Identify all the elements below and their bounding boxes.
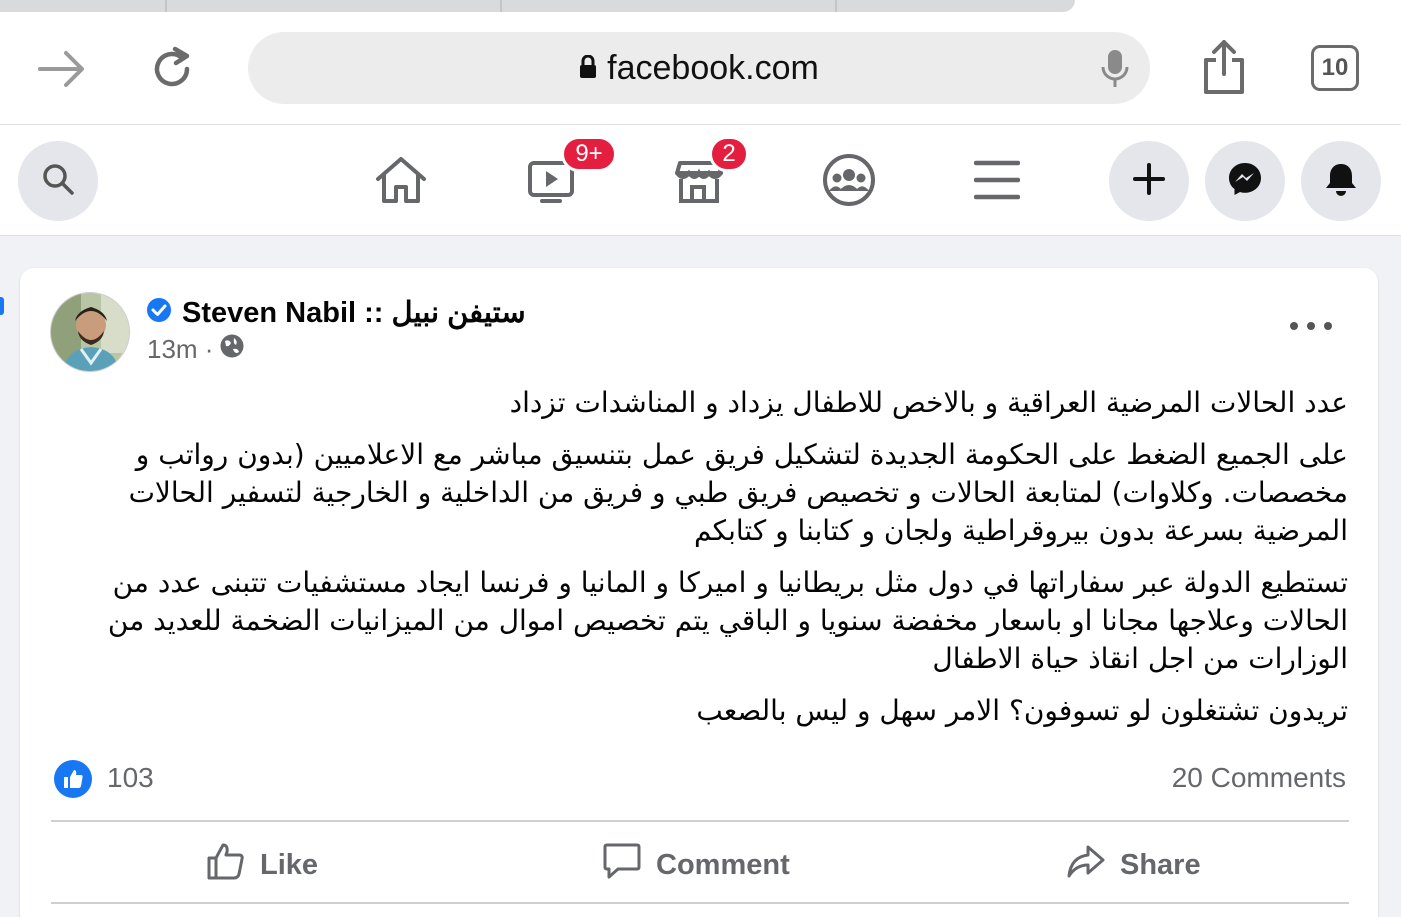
microphone-icon[interactable]: [1100, 48, 1130, 95]
browser-toolbar: facebook.com 10: [0, 14, 1401, 124]
tab-separator: [500, 0, 502, 12]
post-paragraph: على الجميع الضغط على الحكومة الجديدة لتش…: [128, 438, 1348, 547]
plus-icon: [1133, 162, 1165, 200]
comment-label: Comment: [656, 848, 790, 881]
globe-icon[interactable]: [219, 333, 245, 366]
search-icon: [41, 162, 75, 201]
active-indicator: [0, 297, 4, 315]
post-paragraph: تريدون تشتغلون لو تسوفون؟ الامر سهل و لي…: [696, 694, 1348, 727]
tab-strip: [0, 0, 1401, 14]
create-button[interactable]: [1109, 141, 1189, 221]
divider: [51, 820, 1349, 822]
tab-home[interactable]: [366, 147, 436, 217]
bell-icon: [1324, 161, 1358, 202]
forward-arrow-icon[interactable]: [34, 44, 90, 94]
tab-separator: [835, 0, 837, 12]
divider: [51, 902, 1349, 904]
facebook-nav-bar: 9+ 2: [0, 124, 1401, 315]
home-icon: [374, 155, 428, 210]
thumbs-up-icon: [206, 841, 246, 889]
author-name[interactable]: Steven Nabil :: ستيفن نبيل: [182, 295, 526, 330]
post-card: Steven Nabil :: ستيفن نبيل 13m · عدد الح…: [20, 268, 1378, 917]
verified-badge-icon: [146, 297, 172, 328]
like-button[interactable]: Like: [206, 840, 318, 890]
messenger-button[interactable]: [1205, 141, 1285, 221]
hamburger-menu-icon: [973, 159, 1021, 206]
url-text: facebook.com: [607, 48, 819, 87]
like-reaction-icon[interactable]: [54, 760, 92, 798]
tab-groups[interactable]: [814, 147, 884, 217]
address-bar[interactable]: facebook.com: [248, 32, 1150, 104]
more-options-icon[interactable]: [1290, 314, 1332, 338]
post-body: عدد الحالات المرضية العراقية و بالاخص لل…: [90, 384, 1348, 744]
messenger-icon: [1227, 161, 1263, 202]
share-sheet-icon[interactable]: [1196, 36, 1252, 98]
tab-bar[interactable]: [0, 0, 1075, 12]
lock-icon: [579, 49, 597, 88]
watch-notification-badge: 9+: [561, 136, 617, 172]
share-label: Share: [1120, 848, 1201, 881]
comments-count[interactable]: 20 Comments: [1172, 762, 1346, 794]
tab-separator: [165, 0, 167, 12]
post-paragraph: تستطيع الدولة عبر سفاراتها في دول مثل بر…: [107, 566, 1348, 675]
share-button[interactable]: Share: [1066, 840, 1201, 890]
comment-icon: [602, 841, 642, 889]
groups-icon: [822, 153, 876, 212]
author-avatar[interactable]: [50, 292, 130, 372]
notifications-button[interactable]: [1301, 141, 1381, 221]
reload-icon[interactable]: [144, 44, 200, 94]
like-label: Like: [260, 848, 319, 881]
tab-count-button[interactable]: 10: [1311, 45, 1359, 91]
reaction-count[interactable]: 103: [107, 762, 154, 794]
comment-button[interactable]: Comment: [602, 840, 790, 890]
search-button[interactable]: [18, 141, 98, 221]
marketplace-notification-badge: 2: [709, 136, 749, 172]
tab-menu[interactable]: [962, 147, 1032, 217]
share-arrow-icon: [1066, 841, 1106, 889]
post-paragraph: عدد الحالات المرضية العراقية و بالاخص لل…: [509, 386, 1348, 419]
post-timestamp[interactable]: 13m ·: [147, 334, 213, 365]
